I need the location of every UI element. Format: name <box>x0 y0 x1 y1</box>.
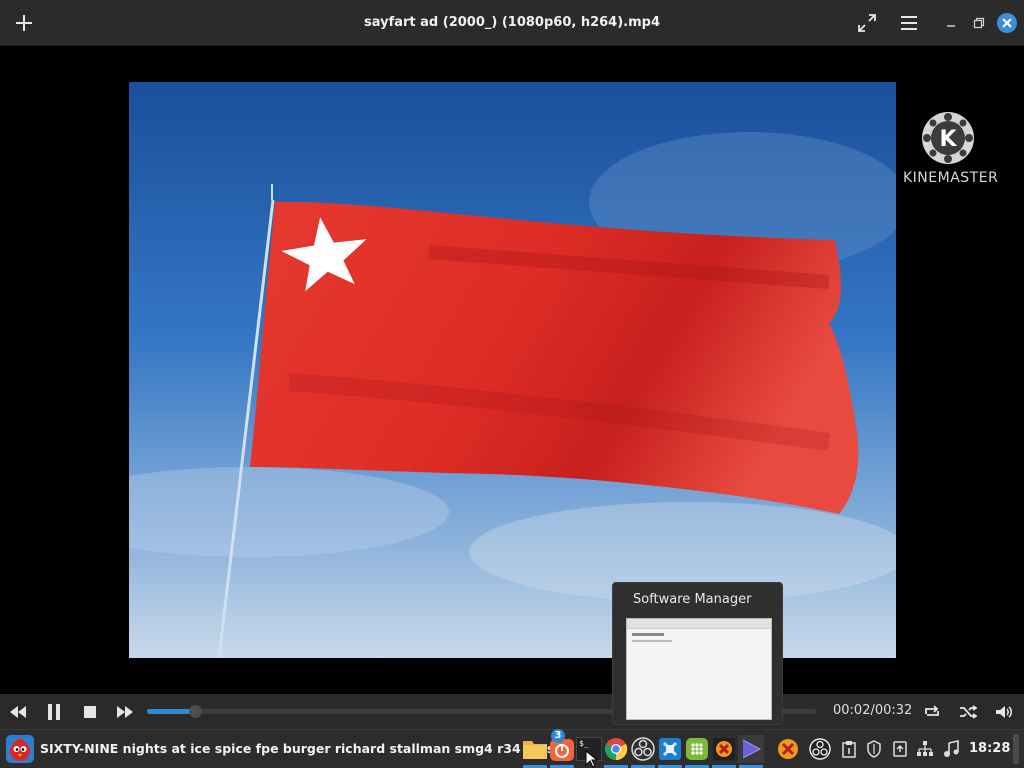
volume-icon[interactable] <box>990 698 1018 726</box>
add-icon[interactable] <box>9 8 39 38</box>
xchat-tray-icon[interactable] <box>776 738 800 760</box>
clipboard-tray-icon[interactable] <box>839 738 859 760</box>
fast-forward-icon[interactable] <box>111 698 139 726</box>
seek-bar-progress <box>147 709 195 714</box>
taskbar-marquee-text: SIXTY-NINE nights at ice spice fpe burge… <box>40 741 564 756</box>
time-display: 00:02/00:32 <box>833 703 913 718</box>
stop-icon[interactable] <box>76 698 104 726</box>
network-tray-icon[interactable] <box>915 738 935 760</box>
sound-tray-icon[interactable] <box>941 738 961 760</box>
repeat-icon[interactable] <box>918 698 946 726</box>
shield-tray-icon[interactable] <box>864 738 884 760</box>
update-tray-icon[interactable] <box>890 738 910 760</box>
preview-thumbnail <box>626 618 772 720</box>
notification-badge: 3 <box>551 729 565 743</box>
mouse-cursor-icon <box>585 750 599 768</box>
video-area[interactable]: K KINEMASTER <box>0 46 1024 694</box>
title-bar: sayfart ad (2000_) (1080p60, h264).mp4 <box>0 0 1024 46</box>
shuffle-icon[interactable] <box>954 698 982 726</box>
media-player-icon[interactable] <box>738 735 764 768</box>
virtualbox-icon[interactable] <box>657 735 683 768</box>
xed-icon[interactable] <box>711 735 737 768</box>
watermark-letter: K <box>939 127 957 152</box>
window-preview-popup[interactable]: Software Manager <box>612 582 783 725</box>
seek-handle[interactable] <box>188 705 202 718</box>
start-menu-icon[interactable] <box>6 735 34 763</box>
obs-icon[interactable] <box>630 735 656 768</box>
preview-title: Software Manager <box>633 592 752 607</box>
software-manager-icon[interactable] <box>684 735 710 768</box>
minimize-icon[interactable] <box>936 8 966 38</box>
video-frame <box>129 82 896 658</box>
close-icon[interactable] <box>992 8 1022 38</box>
terminal-icon[interactable]: $_ <box>576 735 602 768</box>
clock[interactable]: 18:28 <box>969 730 1010 768</box>
fullscreen-icon[interactable] <box>852 8 882 38</box>
playback-controls: 00:02/00:32 <box>0 694 1024 729</box>
show-desktop-button[interactable] <box>1013 734 1019 764</box>
taskbar: SIXTY-NINE nights at ice spice fpe burge… <box>0 729 1024 768</box>
obs-tray-icon[interactable] <box>808 738 832 760</box>
watermark-brand: KINEMASTER <box>903 170 999 186</box>
pause-icon[interactable] <box>40 698 68 726</box>
rewind-icon[interactable] <box>4 698 32 726</box>
update-manager-icon[interactable]: 3 <box>549 729 575 768</box>
restore-icon[interactable] <box>964 8 994 38</box>
files-icon[interactable] <box>522 735 548 768</box>
chrome-icon[interactable] <box>603 735 629 768</box>
menu-icon[interactable] <box>894 8 924 38</box>
